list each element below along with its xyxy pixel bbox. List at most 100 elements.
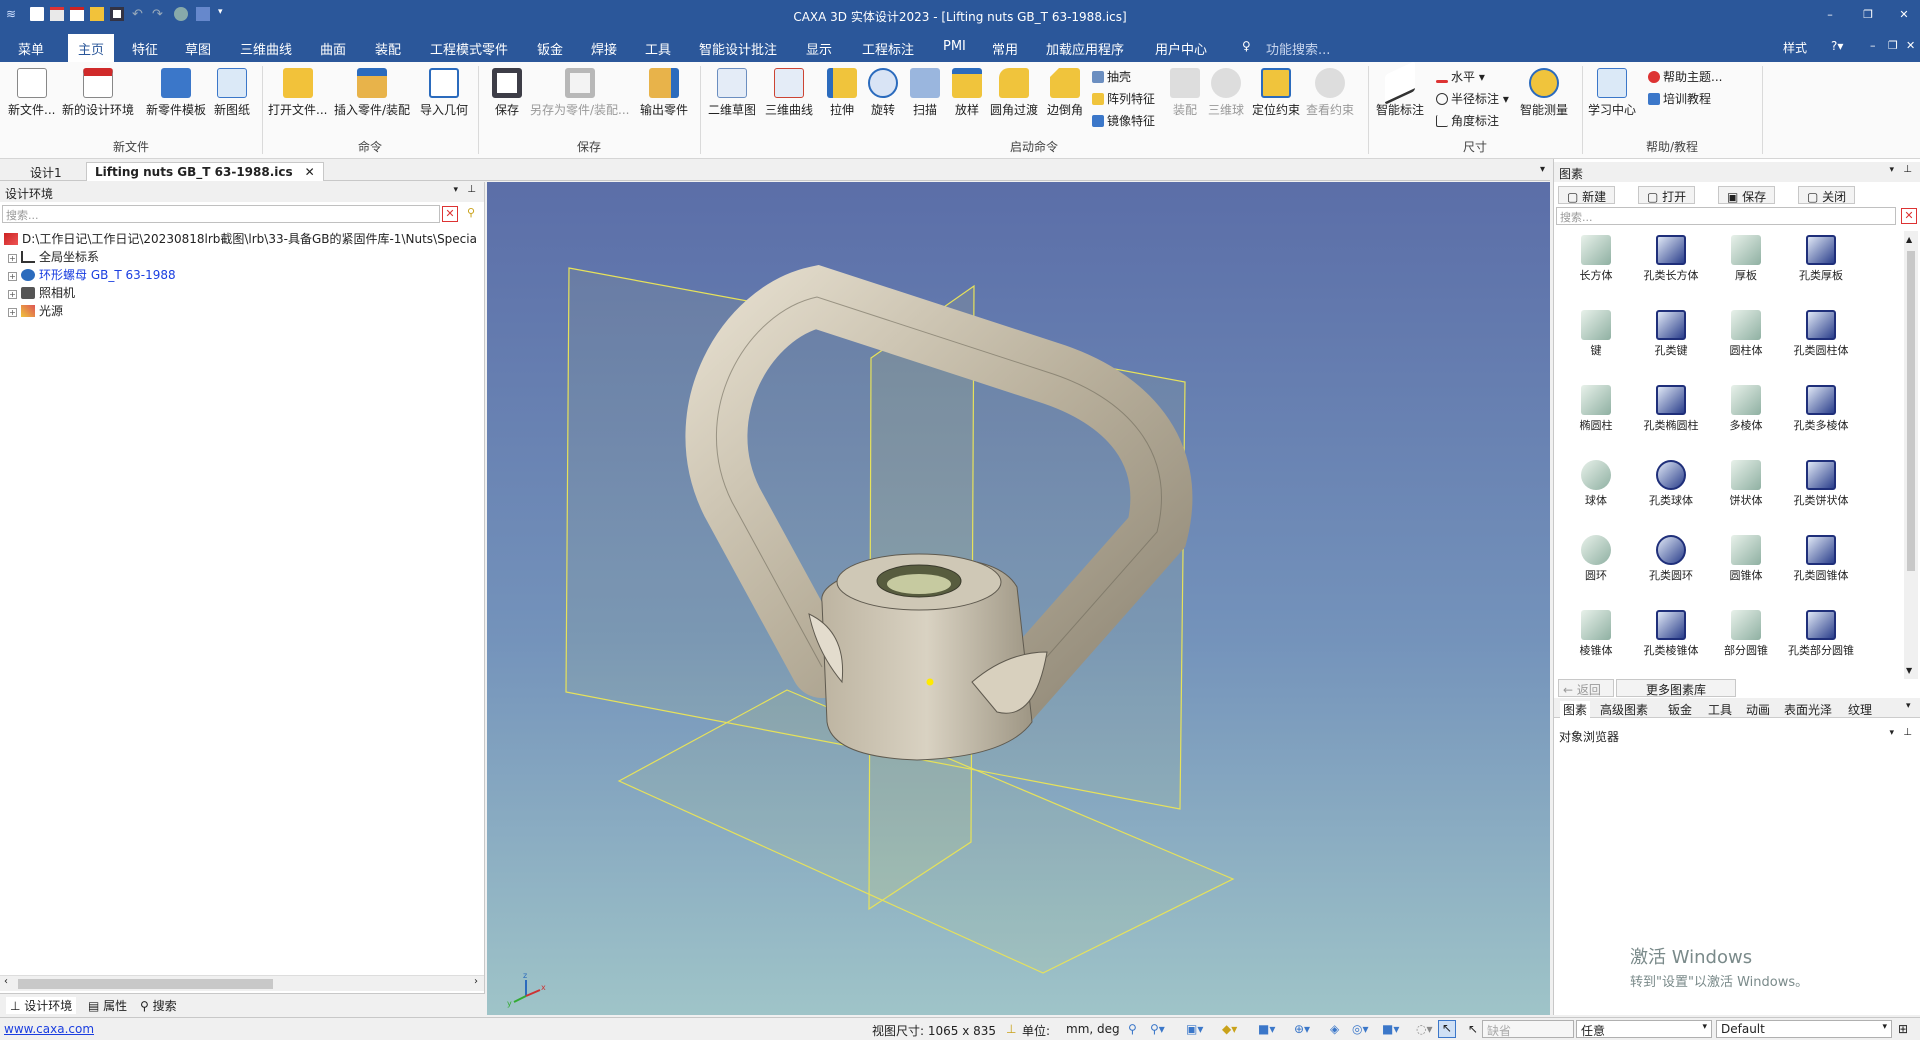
export-part-button[interactable]: 输出零件	[640, 68, 688, 118]
horizontal-scrollbar[interactable]: ‹ ›	[0, 975, 484, 991]
library-item-elliptic-cylinder[interactable]: 椭圆柱	[1560, 385, 1632, 433]
mirror-feature-button[interactable]: 镜像特征	[1092, 112, 1155, 129]
render-mode-icon[interactable]: ■▾	[1258, 1022, 1275, 1036]
library-item-key[interactable]: 键	[1560, 310, 1632, 358]
new-drawing-button[interactable]: 新图纸	[214, 68, 250, 118]
tree-search-input[interactable]: 搜索...	[2, 205, 440, 223]
new-file-icon[interactable]	[30, 7, 44, 21]
tab-smart-annotation[interactable]: 智能设计批注	[699, 39, 777, 58]
shell-button[interactable]: 抽壳	[1092, 68, 1131, 85]
clear-search-icon[interactable]: ✕	[1901, 208, 1917, 224]
more-libraries-button[interactable]: 更多图素库	[1616, 679, 1736, 697]
mail-icon[interactable]	[70, 7, 84, 21]
tab-engineering-part[interactable]: 工程模式零件	[430, 39, 508, 58]
library-item-hole-cuboid[interactable]: 孔类长方体	[1635, 235, 1707, 283]
app-logo-icon[interactable]: ≋	[6, 7, 20, 21]
open-folder-icon[interactable]	[90, 7, 104, 21]
horizontal-dimension-button[interactable]: 水平 ▾	[1436, 68, 1485, 85]
library-search-input[interactable]: 搜索...	[1556, 207, 1896, 225]
clear-search-icon[interactable]: ✕	[442, 206, 458, 222]
style-select[interactable]: Default ▾	[1716, 1020, 1892, 1038]
library-item-hole-elliptic-cylinder[interactable]: 孔类椭圆柱	[1635, 385, 1707, 433]
help-icon[interactable]: ?▾	[1831, 39, 1843, 53]
redo-icon[interactable]: ↷	[152, 7, 166, 22]
save-icon[interactable]	[110, 7, 124, 21]
3d-ball-button[interactable]: 三维球	[1208, 68, 1244, 118]
extrude-button[interactable]: 拉伸	[827, 68, 857, 118]
tab-home[interactable]: 主页	[68, 34, 115, 62]
library-open-button[interactable]: ▢ 打开	[1638, 186, 1696, 204]
library-item-cuboid[interactable]: 长方体	[1560, 235, 1632, 283]
tab-lifting-nuts[interactable]: Lifting nuts GB_T 63-1988.ics ✕	[86, 162, 324, 181]
tab-surface[interactable]: 曲面	[320, 39, 346, 58]
layout-icon[interactable]: ⊞	[1898, 1022, 1908, 1036]
tabs-dropdown-icon[interactable]: ▾	[1906, 701, 1911, 711]
library-item-hole-pyramid[interactable]: 孔类棱锥体	[1635, 610, 1707, 658]
display-icon[interactable]: ◎▾	[1352, 1022, 1369, 1036]
undo-icon[interactable]: ↶	[132, 7, 146, 22]
tab-surface-gloss[interactable]: 表面光泽	[1784, 701, 1832, 718]
3d-viewport[interactable]: z x y	[487, 182, 1550, 1015]
library-item-pie[interactable]: 饼状体	[1710, 460, 1782, 508]
library-scrollbar[interactable]: ▲ ▼	[1904, 231, 1918, 679]
chamfer-button[interactable]: 边倒角	[1047, 68, 1083, 118]
library-item-hole-torus[interactable]: 孔类圆环	[1635, 535, 1707, 583]
anchor-point[interactable]	[926, 678, 934, 686]
new-design-icon[interactable]	[50, 7, 64, 21]
menu-main[interactable]: 菜单	[18, 39, 44, 58]
panel-menu-icon[interactable]: ▾	[1889, 165, 1894, 175]
panel-menu-icon[interactable]: ▾	[453, 185, 458, 195]
tree-item-camera[interactable]: + 照相机	[8, 284, 75, 302]
save-button[interactable]: 保存	[492, 68, 522, 118]
pattern-feature-button[interactable]: 阵列特征	[1092, 90, 1155, 107]
2d-sketch-button[interactable]: 二维草图	[708, 68, 756, 118]
sweep-button[interactable]: 扫描	[910, 68, 940, 118]
pointer-icon[interactable]: ↖	[1468, 1022, 1478, 1036]
open-file-button[interactable]: 打开文件...	[268, 68, 327, 118]
fillet-button[interactable]: 圆角过渡	[990, 68, 1038, 118]
tab-common[interactable]: 常用	[992, 39, 1018, 58]
tab-welding[interactable]: 焊接	[591, 39, 617, 58]
tab-design1[interactable]: 设计1	[22, 162, 70, 181]
library-item-partial-cone[interactable]: 部分圆锥	[1710, 610, 1782, 658]
material-icon[interactable]: ◈	[1330, 1022, 1339, 1036]
customize-arrow-icon[interactable]: ▾	[218, 7, 232, 21]
library-item-hole-polygon-prism[interactable]: 孔类多棱体	[1785, 385, 1857, 433]
scrollbar-thumb[interactable]	[18, 979, 273, 989]
tree-item-lifting-nut[interactable]: + 环形螺母 GB_T 63-1988	[8, 266, 176, 284]
selection-mode-select[interactable]: 任意 ▾	[1576, 1020, 1712, 1038]
tab-elements[interactable]: 图素	[1560, 701, 1591, 718]
insert-part-button[interactable]: 插入零件/装配	[334, 68, 410, 118]
tab-sheet-metal[interactable]: 钣金	[537, 39, 563, 58]
library-close-button[interactable]: ▢ 关闭	[1798, 186, 1856, 204]
expand-icon[interactable]: +	[8, 308, 17, 317]
tree-root[interactable]: D:\工作日记\工作日记\20230818lrb截图\lrb\33-具备GB的紧…	[4, 230, 480, 248]
library-item-hole-partial-cone[interactable]: 孔类部分圆锥	[1785, 610, 1857, 658]
minimize-icon[interactable]: –	[1822, 8, 1838, 21]
style-menu[interactable]: 样式	[1783, 39, 1807, 56]
tab-feature[interactable]: 特征	[132, 39, 158, 58]
scroll-left-icon[interactable]: ‹	[4, 976, 8, 987]
library-item-hole-key[interactable]: 孔类键	[1635, 310, 1707, 358]
expand-icon[interactable]: +	[8, 272, 17, 281]
angle-dimension-button[interactable]: 角度标注	[1436, 112, 1499, 129]
pin-icon[interactable]: ⊥	[467, 184, 476, 195]
tab-advanced-elements[interactable]: 高级图素	[1600, 701, 1648, 718]
help-topics-button[interactable]: 帮助主题...	[1648, 68, 1722, 85]
tab-texture[interactable]: 纹理	[1848, 701, 1872, 718]
view-orient-icon[interactable]: ▣▾	[1186, 1022, 1203, 1036]
tab-sketch[interactable]: 草图	[185, 39, 211, 58]
zoom-window-icon[interactable]: ⚲▾	[1150, 1022, 1165, 1036]
tab-user-center[interactable]: 用户中心	[1155, 39, 1207, 58]
tab-design-environment[interactable]: ⊥ 设计环境	[6, 997, 77, 1014]
library-save-button[interactable]: ▣ 保存	[1718, 186, 1776, 204]
stop-icon[interactable]	[174, 7, 188, 21]
tab-pmi[interactable]: PMI	[943, 39, 966, 54]
expand-icon[interactable]: +	[8, 254, 17, 263]
close-icon[interactable]: ✕	[1896, 8, 1912, 21]
section-icon[interactable]: ⊕▾	[1294, 1022, 1310, 1036]
pin-icon[interactable]: ⊥	[1903, 164, 1912, 175]
tab-animation[interactable]: 动画	[1746, 701, 1770, 718]
library-item-hole-pie[interactable]: 孔类饼状体	[1785, 460, 1857, 508]
library-item-hole-sphere[interactable]: 孔类球体	[1635, 460, 1707, 508]
